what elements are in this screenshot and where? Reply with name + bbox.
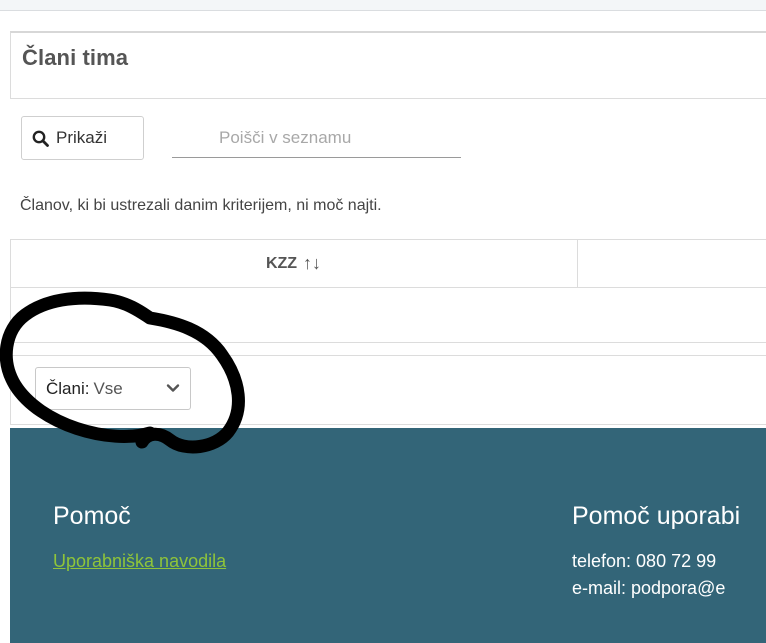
footer bbox=[10, 428, 766, 643]
column-header-kzz[interactable]: KZZ ↑↓ bbox=[10, 239, 577, 288]
support-phone: telefon: 080 72 99 bbox=[572, 551, 717, 571]
top-strip bbox=[0, 0, 766, 10]
search-icon bbox=[32, 130, 49, 147]
column-divider bbox=[577, 239, 578, 288]
column-header-label: KZZ bbox=[265, 254, 298, 272]
members-filter-label: Člani: bbox=[46, 378, 90, 398]
members-filter-select[interactable]: Člani: Vse bbox=[35, 367, 191, 410]
page-title: Člani tima bbox=[22, 45, 129, 70]
support-email: e-mail: podpora@e bbox=[572, 578, 726, 598]
chevron-down-icon bbox=[166, 384, 180, 392]
footer-help-title: Pomoč bbox=[53, 502, 131, 530]
show-button[interactable]: Prikaži bbox=[21, 116, 144, 160]
show-button-label: Prikaži bbox=[56, 128, 108, 147]
table-empty-row bbox=[10, 287, 766, 343]
members-filter-value: Vse bbox=[93, 378, 123, 398]
sort-icon[interactable]: ↑↓ bbox=[303, 253, 321, 274]
user-guide-link[interactable]: Uporabniška navodila bbox=[53, 551, 226, 572]
top-divider bbox=[0, 10, 766, 11]
footer-support-title: Pomoč uporabi bbox=[572, 502, 741, 530]
search-input[interactable] bbox=[172, 118, 461, 158]
empty-results-message: Članov, ki bi ustrezali danim kriterijem… bbox=[20, 197, 382, 214]
